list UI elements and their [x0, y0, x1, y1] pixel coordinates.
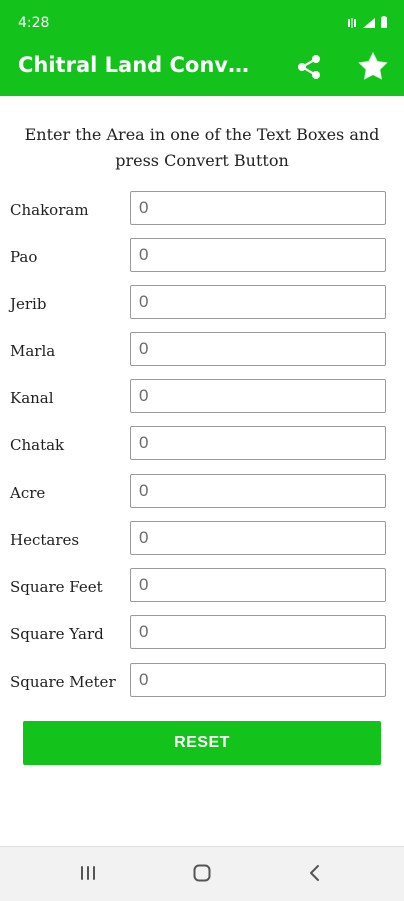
battery-icon — [381, 16, 387, 28]
chatak-input[interactable] — [130, 426, 386, 460]
field-row-square-yard: Square Yard — [0, 615, 404, 655]
signal-icon — [363, 17, 375, 28]
reset-button[interactable]: RESET — [23, 721, 381, 765]
system-navigation-bar — [0, 846, 404, 901]
pao-input[interactable] — [130, 238, 386, 272]
field-label-chakoram: Chakoram — [10, 201, 89, 219]
field-row-chatak: Chatak — [0, 426, 404, 466]
back-button[interactable] — [298, 859, 332, 887]
field-row-kanal: Kanal — [0, 379, 404, 419]
field-row-jerib: Jerib — [0, 285, 404, 325]
favorite-button[interactable] — [356, 50, 390, 84]
square-feet-input[interactable] — [130, 568, 386, 602]
field-row-acre: Acre — [0, 474, 404, 514]
recents-button[interactable] — [71, 859, 105, 887]
home-button[interactable] — [185, 859, 219, 887]
home-icon — [193, 864, 211, 882]
acre-input[interactable] — [130, 474, 386, 508]
field-row-square-meter: Square Meter — [0, 663, 404, 703]
hectares-input[interactable] — [130, 521, 386, 555]
status-bar: 4:28 — [0, 0, 404, 44]
field-row-chakoram: Chakoram — [0, 191, 404, 231]
field-label-kanal: Kanal — [10, 389, 54, 407]
field-label-square-yard: Square Yard — [10, 625, 104, 643]
field-label-jerib: Jerib — [10, 295, 47, 313]
field-label-square-meter: Square Meter — [10, 673, 116, 691]
app-bar: 4:28 Chitral Land Converter... — [0, 0, 404, 96]
share-icon — [298, 55, 320, 79]
marla-input[interactable] — [130, 332, 386, 366]
instructions-text: Enter the Area in one of the Text Boxes … — [24, 125, 380, 170]
vibrate-icon — [348, 17, 356, 28]
jerib-input[interactable] — [130, 285, 386, 319]
field-label-marla: Marla — [10, 342, 56, 360]
field-label-acre: Acre — [10, 484, 46, 502]
square-yard-input[interactable] — [130, 615, 386, 649]
kanal-input[interactable] — [130, 379, 386, 413]
chakoram-input[interactable] — [130, 191, 386, 225]
field-row-hectares: Hectares — [0, 521, 404, 561]
square-meter-input[interactable] — [130, 663, 386, 697]
field-label-chatak: Chatak — [10, 436, 65, 454]
star-icon — [358, 51, 388, 80]
field-label-pao: Pao — [10, 248, 38, 266]
share-button[interactable] — [292, 50, 326, 84]
field-label-hectares: Hectares — [10, 531, 80, 549]
field-label-square-feet: Square Feet — [10, 578, 103, 596]
field-row-square-feet: Square Feet — [0, 568, 404, 608]
status-icons — [346, 16, 388, 29]
field-row-marla: Marla — [0, 332, 404, 372]
recents-icon — [81, 866, 95, 880]
back-icon — [310, 865, 319, 881]
app-title: Chitral Land Converter... — [18, 53, 260, 77]
status-time: 4:28 — [18, 15, 50, 31]
field-row-pao: Pao — [0, 238, 404, 278]
